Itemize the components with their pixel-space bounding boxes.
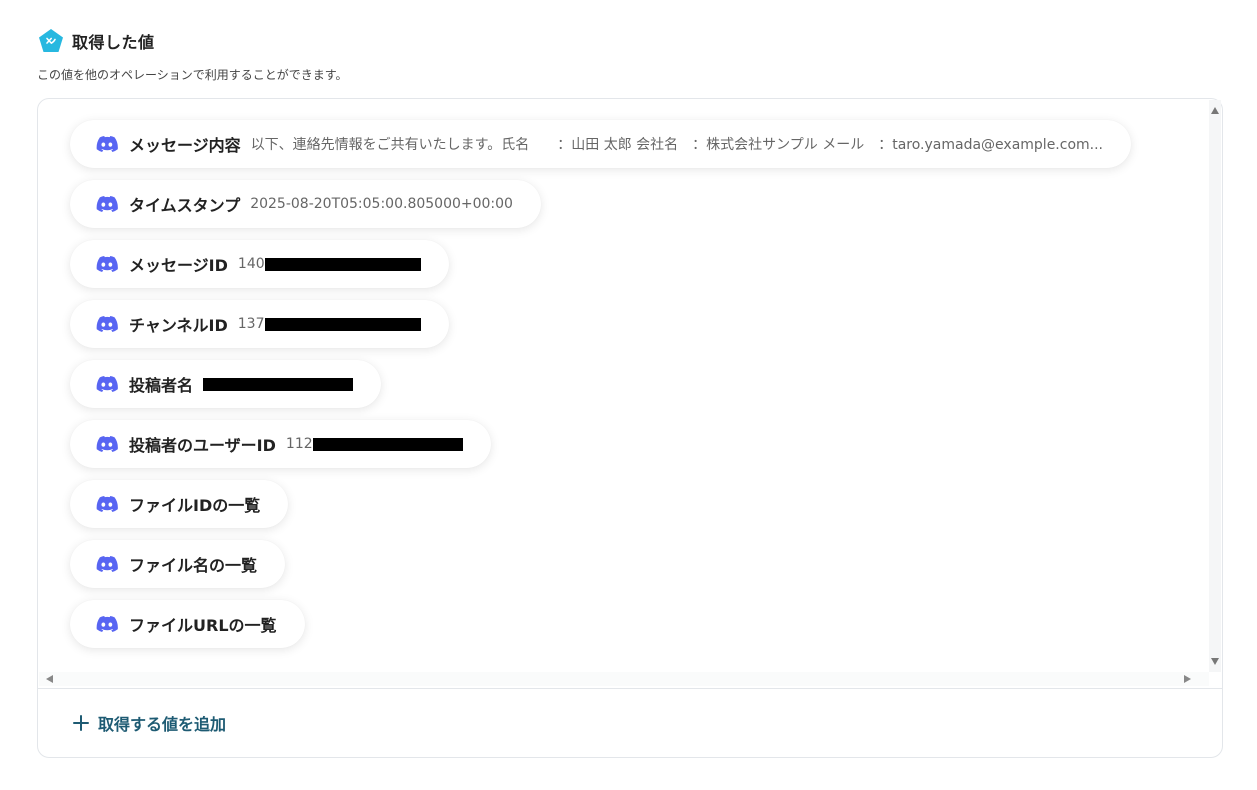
value-item-label: メッセージID	[129, 256, 228, 275]
discord-icon	[96, 616, 118, 632]
value-item-message-id[interactable]: メッセージID 140	[70, 240, 449, 288]
redaction-bar	[264, 317, 421, 331]
vertical-scrollbar[interactable]	[1209, 100, 1221, 672]
values-panel: メッセージ内容 以下、連絡先情報をご共有いたします。氏名 ：山田 太郎 会社名 …	[37, 98, 1223, 758]
scroll-down-arrow-icon[interactable]	[1211, 658, 1219, 665]
value-item-file-id-list[interactable]: ファイルIDの一覧	[70, 480, 289, 528]
value-item-file-url-list[interactable]: ファイルURLの一覧	[70, 600, 305, 648]
discord-icon	[96, 496, 118, 512]
value-item-label: タイムスタンプ	[129, 196, 241, 215]
value-item-label: 投稿者名	[129, 376, 194, 395]
discord-icon	[96, 556, 118, 572]
discord-icon	[96, 256, 118, 272]
discord-icon	[96, 316, 118, 332]
scroll-up-arrow-icon[interactable]	[1211, 107, 1219, 114]
value-item-author-user-id[interactable]: 投稿者のユーザーID 112	[70, 420, 491, 468]
yoom-pentagon-icon	[39, 29, 63, 52]
plus-icon	[73, 715, 89, 731]
value-item-label: チャンネルID	[129, 316, 228, 335]
value-item-value: 2025-08-20T05:05:00.805000+00:00	[250, 196, 513, 212]
value-item-label: ファイルIDの一覧	[129, 496, 261, 515]
redaction-bar	[203, 377, 354, 391]
panel-divider	[38, 688, 1222, 689]
discord-icon	[96, 136, 118, 152]
section-description: この値を他のオペレーションで利用することができます。	[37, 68, 348, 82]
value-item-timestamp[interactable]: タイムスタンプ 2025-08-20T05:05:00.805000+00:00	[70, 180, 541, 228]
redaction-bar	[312, 437, 463, 451]
discord-icon	[96, 196, 118, 212]
discord-icon	[96, 376, 118, 392]
value-item-file-name-list[interactable]: ファイル名の一覧	[70, 540, 286, 588]
value-item-label: 投稿者のユーザーID	[129, 436, 276, 455]
value-item-message-content[interactable]: メッセージ内容 以下、連絡先情報をご共有いたします。氏名 ：山田 太郎 会社名 …	[70, 120, 1132, 168]
value-item-value: 140	[237, 256, 265, 272]
value-item-value: 112	[285, 436, 313, 452]
value-item-label: ファイルURLの一覧	[129, 616, 277, 635]
acquired-values-screen: 取得した値 この値を他のオペレーションで利用することができます。 メッセージ内容…	[0, 0, 1257, 790]
add-value-button[interactable]: 取得する値を追加	[73, 711, 226, 735]
add-value-label: 取得する値を追加	[98, 715, 227, 734]
discord-icon	[96, 436, 118, 452]
value-item-channel-id[interactable]: チャンネルID 137	[70, 300, 449, 348]
value-item-value: 以下、連絡先情報をご共有いたします。氏名 ：山田 太郎 会社名 ：株式会社サンプ…	[250, 137, 1104, 153]
horizontal-scrollbar[interactable]	[39, 672, 1209, 686]
section-header: 取得した値	[38, 28, 155, 54]
value-item-author-name[interactable]: 投稿者名	[70, 360, 382, 408]
redaction-bar	[264, 257, 421, 271]
vertical-scroll-thumb[interactable]	[1211, 120, 1219, 652]
value-item-label: メッセージ内容	[129, 136, 241, 155]
horizontal-scroll-thumb[interactable]	[57, 675, 317, 683]
page-title: 取得した値	[72, 33, 155, 52]
scroll-right-arrow-icon[interactable]	[1184, 675, 1191, 683]
scroll-left-arrow-icon[interactable]	[46, 675, 53, 683]
value-item-value: 137	[237, 316, 265, 332]
values-list: メッセージ内容 以下、連絡先情報をご共有いたします。氏名 ：山田 太郎 会社名 …	[39, 100, 1209, 672]
value-item-label: ファイル名の一覧	[129, 556, 258, 575]
